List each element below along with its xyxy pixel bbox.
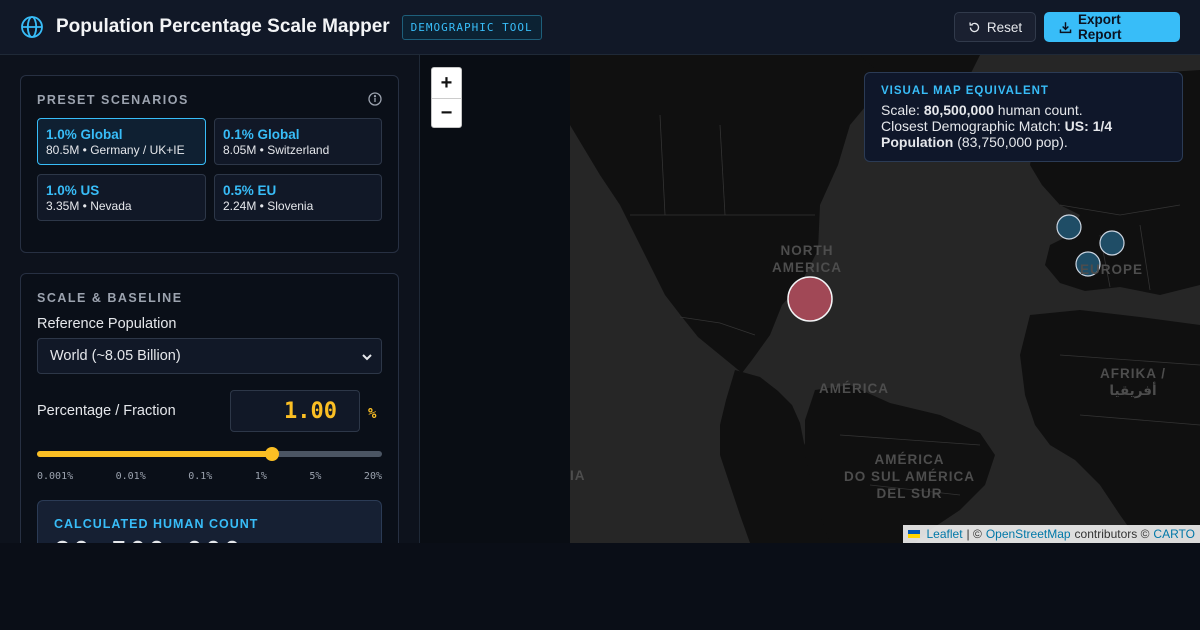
preset-0-1pct-global[interactable]: 0.1% Global 8.05M • Switzerland xyxy=(214,118,382,165)
app-header: Population Percentage Scale Mapper DEMOG… xyxy=(0,0,1200,55)
slider-tick: 20% xyxy=(363,471,382,482)
slider-ticks: 0.001% 0.01% 0.1% 1% 5% 20% xyxy=(37,471,382,482)
openstreetmap-link[interactable]: OpenStreetMap xyxy=(986,527,1071,541)
slider-tick: 0.1% xyxy=(188,471,213,482)
calculated-count-value: 80,500,000 xyxy=(54,535,243,543)
map-label-line: AFRIKA / xyxy=(1100,366,1166,381)
comparison-marker-uk xyxy=(1056,214,1082,240)
overlay-text: Scale: xyxy=(881,102,924,118)
slider-tick: 1% xyxy=(254,471,267,482)
export-label: Export Report xyxy=(1078,12,1122,42)
scale-baseline-title: SCALE & BASELINE xyxy=(37,291,183,305)
map-label-america: AMÉRICA xyxy=(819,381,889,396)
calculated-count-title: CALCULATED HUMAN COUNT xyxy=(54,517,259,531)
reference-population-label: Reference Population xyxy=(37,316,177,332)
map-label-asia-fragment: IA xyxy=(570,468,586,483)
preset-desc: 8.05M • Switzerland xyxy=(223,143,330,157)
percentage-slider[interactable] xyxy=(37,446,382,462)
reference-population-value: World (~8.05 Billion) xyxy=(50,348,181,364)
preset-desc: 3.35M • Nevada xyxy=(46,199,132,213)
percentage-input[interactable]: 1.00 xyxy=(230,390,360,432)
reset-label: Reset xyxy=(986,19,1023,35)
map-label-africa: AFRIKA / أفريقيا xyxy=(1100,365,1166,399)
map-label-europe: EUROPE xyxy=(1080,262,1144,277)
scale-baseline-card: SCALE & BASELINE Reference Population Wo… xyxy=(20,273,399,543)
refresh-icon xyxy=(968,21,981,34)
comparison-marker-germany xyxy=(1099,230,1125,256)
overlay-text: (83,750,000 pop). xyxy=(953,134,1068,150)
preset-1pct-us[interactable]: 1.0% US 3.35M • Nevada xyxy=(37,174,206,221)
tool-badge: DEMOGRAPHIC TOOL xyxy=(401,14,542,40)
leaflet-link[interactable]: Leaflet xyxy=(927,527,963,541)
slider-tick: 0.001% xyxy=(37,471,74,482)
carto-link[interactable]: CARTO xyxy=(1153,527,1195,541)
slider-thumb[interactable] xyxy=(264,447,279,461)
slider-tick: 0.01% xyxy=(115,471,146,482)
world-map[interactable]: NORTH AMERICA EUROPE AMÉRICA AFRIKA / أف… xyxy=(420,55,1200,543)
reference-population-select[interactable]: World (~8.05 Billion) xyxy=(37,338,382,374)
calculated-count-panel: CALCULATED HUMAN COUNT 80,500,000 xyxy=(37,500,382,543)
preset-name: 0.5% EU xyxy=(223,183,277,198)
zoom-in-button[interactable]: + xyxy=(432,68,461,98)
overlay-scale-line: Scale: 80,500,000 human count. xyxy=(881,102,1166,118)
header-actions: Reset Export Report xyxy=(954,12,1180,42)
preset-desc: 80.5M • Germany / UK+IE xyxy=(46,143,185,157)
percent-sign: % xyxy=(368,406,377,422)
sidebar: PRESET SCENARIOS 1.0% Global 80.5M • Ger… xyxy=(0,55,420,543)
attribution-text: | © xyxy=(966,527,982,541)
chevron-down-icon xyxy=(361,351,373,363)
preset-0-5pct-eu[interactable]: 0.5% EU 2.24M • Slovenia xyxy=(214,174,382,221)
map-label-south-america: AMÉRICA DO SUL AMÉRICA DEL SUR xyxy=(844,451,975,502)
map-label-line: NORTH xyxy=(780,243,834,258)
overlay-match-line: Closest Demographic Match: US: 1/4 Popul… xyxy=(881,118,1166,150)
preset-name: 1.0% Global xyxy=(46,127,123,142)
ukraine-flag-icon xyxy=(907,530,920,538)
reset-button[interactable]: Reset xyxy=(954,12,1036,42)
attribution-text: contributors © xyxy=(1074,527,1150,541)
percentage-label: Percentage / Fraction xyxy=(37,403,176,419)
map-label-line: DO SUL AMÉRICA xyxy=(844,469,976,484)
download-icon xyxy=(1059,21,1072,34)
map-label-line: DEL SUR xyxy=(876,486,943,501)
overlay-scale-value: 80,500,000 xyxy=(923,102,994,118)
primary-scale-marker xyxy=(787,276,833,322)
preset-1pct-global[interactable]: 1.0% Global 80.5M • Germany / UK+IE xyxy=(37,118,206,165)
zoom-control: + − xyxy=(431,67,462,128)
preset-desc: 2.24M • Slovenia xyxy=(223,199,314,213)
app-title: Population Percentage Scale Mapper xyxy=(56,16,390,37)
zoom-out-button[interactable]: − xyxy=(432,98,461,128)
slider-tick: 5% xyxy=(309,471,322,482)
info-icon[interactable] xyxy=(368,92,382,106)
preset-name: 1.0% US xyxy=(46,183,100,198)
preset-grid: 1.0% Global 80.5M • Germany / UK+IE 0.1%… xyxy=(37,118,382,221)
overlay-text: human count. xyxy=(993,102,1083,118)
map-label-line: AMERICA xyxy=(772,260,842,275)
overlay-title: VISUAL MAP EQUIVALENT xyxy=(881,85,1049,97)
map-label-north-america: NORTH AMERICA xyxy=(772,242,842,276)
map-label-line: أفريقيا xyxy=(1109,383,1157,398)
preset-scenarios-card: PRESET SCENARIOS 1.0% Global 80.5M • Ger… xyxy=(20,75,399,253)
visual-map-equivalent-panel: VISUAL MAP EQUIVALENT Scale: 80,500,000 … xyxy=(864,72,1183,162)
slider-fill xyxy=(37,451,272,457)
map-label-line: AMÉRICA xyxy=(874,452,945,467)
overlay-text: Closest Demographic Match: xyxy=(881,118,1065,134)
map-attribution: Leaflet | © OpenStreetMap contributors ©… xyxy=(902,525,1200,543)
globe-icon xyxy=(20,15,44,39)
preset-scenarios-title: PRESET SCENARIOS xyxy=(37,93,189,107)
preset-name: 0.1% Global xyxy=(223,127,300,142)
export-report-button[interactable]: Export Report xyxy=(1044,12,1180,42)
page-background xyxy=(0,543,1200,630)
